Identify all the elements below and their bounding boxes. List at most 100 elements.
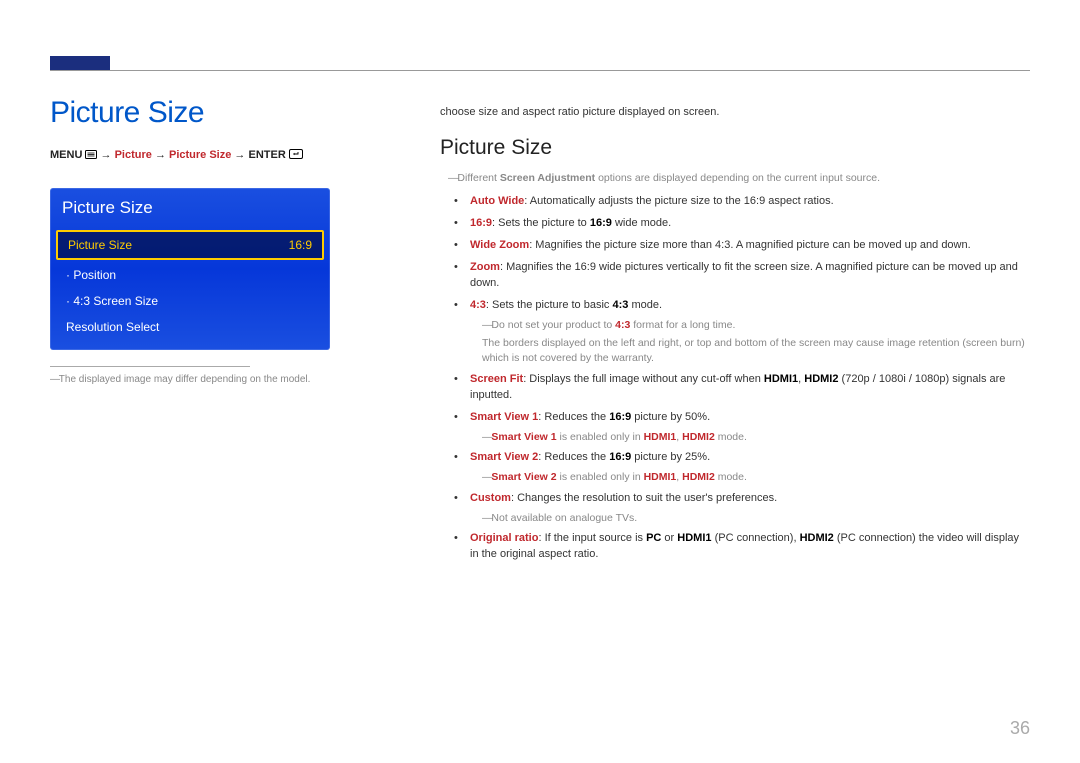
option-subnote: Smart View 2 is enabled only in HDMI1, H… [482,470,1030,485]
top-divider [50,70,1030,71]
model-footnote: The displayed image may differ depending… [50,373,390,386]
osd-row-value: 16:9 [289,238,312,252]
option-text: : Changes the resolution to suit the use… [511,492,777,504]
option-keyword: 4:3 [470,299,486,311]
osd-row-43: 4:3 Screen Size [56,288,324,314]
breadcrumb-arrow: → [155,149,166,161]
option-keyword: Smart View 2 [470,451,538,463]
intro-text: choose size and aspect ratio picture dis… [440,106,1030,118]
option-text: picture by 25%. [631,451,710,463]
option-bold: HDMI1 [677,532,711,544]
page-number: 36 [1010,718,1030,739]
note-bold: Screen Adjustment [500,172,595,184]
subnote-bold: Smart View 1 [491,431,556,443]
option-screen-fit: Screen Fit: Displays the full image with… [470,372,1030,404]
option-text: : Sets the picture to [492,217,590,229]
option-original-ratio: Original ratio: If the input source is P… [470,531,1030,563]
option-keyword: 16:9 [470,217,492,229]
option-bold: 16:9 [609,451,631,463]
screen-adjustment-note: Different Screen Adjustment options are … [440,172,1030,184]
subnote-bold: HDMI1 [644,471,677,483]
right-column: choose size and aspect ratio picture dis… [440,96,1030,569]
option-text: or [661,532,677,544]
option-keyword: Custom [470,492,511,504]
option-text: : Reduces the [538,451,609,463]
osd-row-label: Position [66,268,314,282]
subnote-text: is enabled only in [557,431,644,443]
breadcrumb-picture-size: Picture Size [169,149,231,161]
two-column-layout: Picture Size MENU → Picture → Picture Si… [50,96,1030,569]
page-title: Picture Size [50,96,390,130]
subnote-bold: 4:3 [615,319,630,331]
note-text: options are displayed depending on the c… [595,172,880,184]
manual-page: Picture Size MENU → Picture → Picture Si… [0,0,1080,763]
option-subnote: Do not set your product to 4:3 format fo… [482,318,1030,333]
breadcrumb-menu: MENU [50,149,82,161]
option-bold: 16:9 [609,411,631,423]
option-list: Auto Wide: Automatically adjusts the pic… [440,194,1030,563]
option-text: (PC connection), [712,532,800,544]
osd-row-label: Picture Size [68,238,289,252]
option-keyword: Zoom [470,261,500,273]
option-wide-zoom: Wide Zoom: Magnifies the picture size mo… [470,238,1030,254]
osd-row-resolution: Resolution Select [56,314,324,340]
subnote-text: mode. [715,471,747,483]
option-keyword: Original ratio [470,532,538,544]
osd-row-label: 4:3 Screen Size [66,294,314,308]
option-subnote: Not available on analogue TVs. [482,511,1030,526]
menu-breadcrumb: MENU → Picture → Picture Size → ENTER [50,148,390,164]
option-bold: PC [646,532,661,544]
option-smart-view-1: Smart View 1 : Reduces the 16:9 picture b… [470,410,1030,445]
option-custom: Custom: Changes the resolution to suit t… [470,491,1030,526]
option-text: wide mode. [612,217,671,229]
subnote-text: is enabled only in [557,471,644,483]
subnote-bold: HDMI2 [682,471,715,483]
osd-row-picture-size: Picture Size 16:9 [56,230,324,260]
subnote-text: format for a long time. [630,319,735,331]
osd-body: Picture Size 16:9 Position 4:3 Screen Si… [50,226,330,350]
breadcrumb-arrow: → [234,149,245,161]
option-text: : If the input source is [538,532,646,544]
osd-row-position: Position [56,262,324,288]
breadcrumb-enter: ENTER [248,149,285,161]
osd-row-label: Resolution Select [66,320,314,334]
option-text: : Magnifies the picture size more than 4… [529,239,970,251]
osd-preview-panel: Picture Size Picture Size 16:9 Position … [50,188,330,350]
section-heading: Picture Size [440,136,1030,160]
option-text: : Automatically adjusts the picture size… [524,195,833,207]
subnote-bold: HDMI2 [682,431,715,443]
option-keyword: Screen Fit [470,373,523,385]
breadcrumb-picture: Picture [115,149,152,161]
option-bold: 16:9 [590,217,612,229]
option-subnote: Smart View 1 is enabled only in HDMI1, H… [482,430,1030,445]
option-text: : Displays the full image without any cu… [523,373,764,385]
option-text: : Reduces the [538,411,609,423]
option-text: mode. [628,299,662,311]
footnote-divider [50,366,250,367]
chapter-tab-indicator [50,56,110,70]
option-auto-wide: Auto Wide: Automatically adjusts the pic… [470,194,1030,210]
subnote-text: mode. [715,431,747,443]
note-text: Different [457,172,499,184]
option-zoom: Zoom: Magnifies the 16:9 wide pictures v… [470,260,1030,292]
option-text: picture by 50%. [631,411,710,423]
menu-icon [85,149,97,164]
option-text: : Magnifies the 16:9 wide pictures verti… [470,261,1018,289]
option-keyword: Auto Wide [470,195,524,207]
option-keyword: Wide Zoom [470,239,529,251]
option-4-3: 4:3: Sets the picture to basic 4:3 mode.… [470,298,1030,366]
option-text: : Sets the picture to basic [486,299,613,311]
option-subnote-plain: The borders displayed on the left and ri… [482,336,1030,365]
subnote-bold: Smart View 2 [491,471,556,483]
option-bold: HDMI2 [804,373,838,385]
subnote-bold: HDMI1 [644,431,677,443]
breadcrumb-arrow: → [101,149,112,161]
option-bold: 4:3 [612,299,628,311]
option-bold: HDMI2 [800,532,834,544]
enter-icon [289,149,303,164]
left-column: Picture Size MENU → Picture → Picture Si… [50,96,390,569]
subnote-text: Do not set your product to [491,319,615,331]
option-16-9: 16:9: Sets the picture to 16:9 wide mode… [470,216,1030,232]
option-bold: HDMI1 [764,373,798,385]
option-smart-view-2: Smart View 2: Reduces the 16:9 picture b… [470,450,1030,485]
